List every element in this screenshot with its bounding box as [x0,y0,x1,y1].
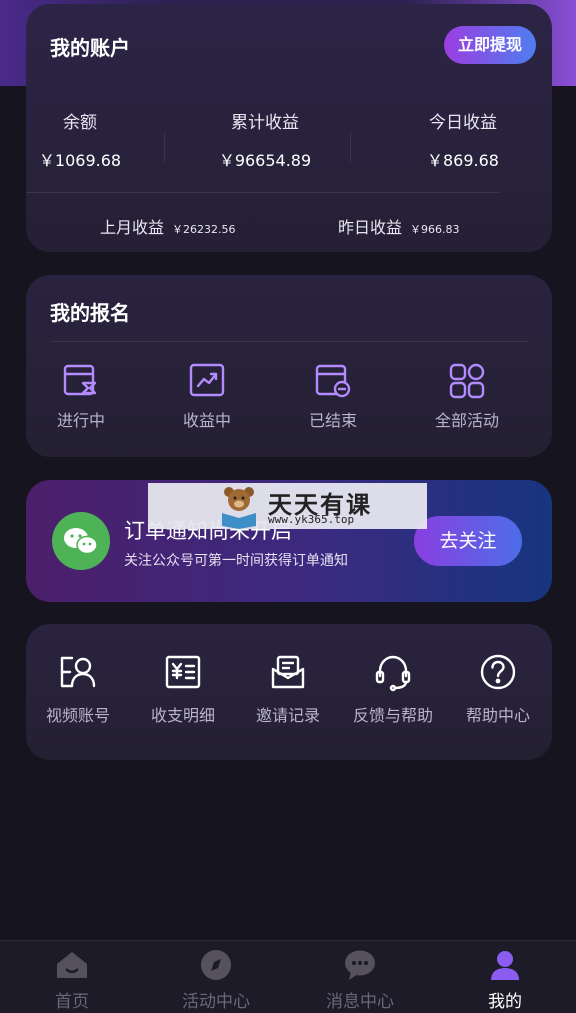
tab-home[interactable]: 首页 [22,949,122,1012]
total-earnings-value: ￥96654.89 [218,151,312,170]
watermark-overlay: 天天有课 www.yk365.top [148,483,427,529]
my-signup-card: 我的报名 进行中 收益中 已结束 全部活动 [26,275,552,457]
notify-subtitle: 关注公众号可第一时间获得订单通知 [124,553,348,569]
signup-item-label: 收益中 [182,411,231,430]
tab-label: 首页 [55,992,89,1012]
account-title: 我的账户 [50,36,130,60]
tool-label: 反馈与帮助 [352,706,433,725]
withdraw-button[interactable]: 立即提现 [444,26,536,64]
tool-help-center[interactable]: 帮助中心 [446,652,550,726]
signup-item-in-progress[interactable]: 进行中 [26,361,136,431]
video-account-icon [26,652,130,692]
tool-invite-records[interactable]: 邀请记录 [236,652,340,726]
signup-item-label: 进行中 [56,411,105,430]
tab-label: 活动中心 [182,992,250,1012]
today-earnings-label: 今日收益 [429,113,497,133]
home-icon [22,949,122,981]
divider [350,132,351,162]
ledger-icon [131,652,235,692]
account-card: 我的账户 立即提现 余额 ￥1069.68 累计收益 ￥96654.89 今日收… [26,4,552,252]
total-earnings-stat[interactable]: 累计收益 ￥96654.89 [200,108,330,171]
bottom-tab-bar: 首页 活动中心 消息中心 我的 [0,940,576,1013]
balance-value: ￥1069.68 [38,151,122,170]
today-earnings-value: ￥869.68 [427,151,499,170]
envelope-icon [236,652,340,692]
balance-stat[interactable]: 余额 ￥1069.68 [32,108,128,171]
compass-icon [166,949,266,981]
yesterday-label: 昨日收益 [338,218,403,237]
tool-label: 帮助中心 [465,706,530,725]
card-minus-icon [278,361,388,401]
tool-label: 收支明细 [150,706,215,725]
balance-label: 余额 [63,113,97,133]
last-month-earnings: 上月收益 ￥26232.56 [100,214,236,238]
tool-label: 视频账号 [45,706,110,725]
watermark-url: www.yk365.top [268,513,355,526]
tools-card: 视频账号 收支明细 邀请记录 反馈与帮助 帮助中心 [26,624,552,760]
chat-icon [310,949,410,981]
tab-mine[interactable]: 我的 [455,949,555,1012]
tab-message-center[interactable]: 消息中心 [310,949,410,1012]
signup-item-earning[interactable]: 收益中 [152,361,262,431]
signup-item-label: 已结束 [308,411,357,430]
tool-video-account[interactable]: 视频账号 [26,652,130,726]
user-icon [455,949,555,981]
tab-label: 我的 [488,992,522,1012]
signup-item-all[interactable]: 全部活动 [412,361,522,431]
last-month-label: 上月收益 [100,218,165,237]
total-earnings-label: 累计收益 [231,113,299,133]
yesterday-earnings: 昨日收益 ￥966.83 [338,214,460,238]
divider [50,341,528,342]
bear-logo-icon [216,483,262,533]
tab-activity-center[interactable]: 活动中心 [166,949,266,1012]
last-month-value: ￥26232.56 [172,223,236,236]
signup-title: 我的报名 [50,301,130,325]
tab-label: 消息中心 [326,992,394,1012]
follow-button[interactable]: 去关注 [414,516,522,566]
grid-icon [412,361,522,401]
tool-label: 邀请记录 [255,706,320,725]
signup-item-ended[interactable]: 已结束 [278,361,388,431]
tool-ledger[interactable]: 收支明细 [131,652,235,726]
yesterday-value: ￥966.83 [410,223,460,236]
today-earnings-stat[interactable]: 今日收益 ￥869.68 [406,108,520,171]
hourglass-card-icon [26,361,136,401]
tool-feedback[interactable]: 反馈与帮助 [341,652,445,726]
headset-icon [341,652,445,692]
divider [26,192,500,193]
question-icon [446,652,550,692]
signup-item-label: 全部活动 [434,411,499,430]
wechat-icon [52,512,110,570]
divider [164,132,165,162]
trend-chart-icon [152,361,262,401]
